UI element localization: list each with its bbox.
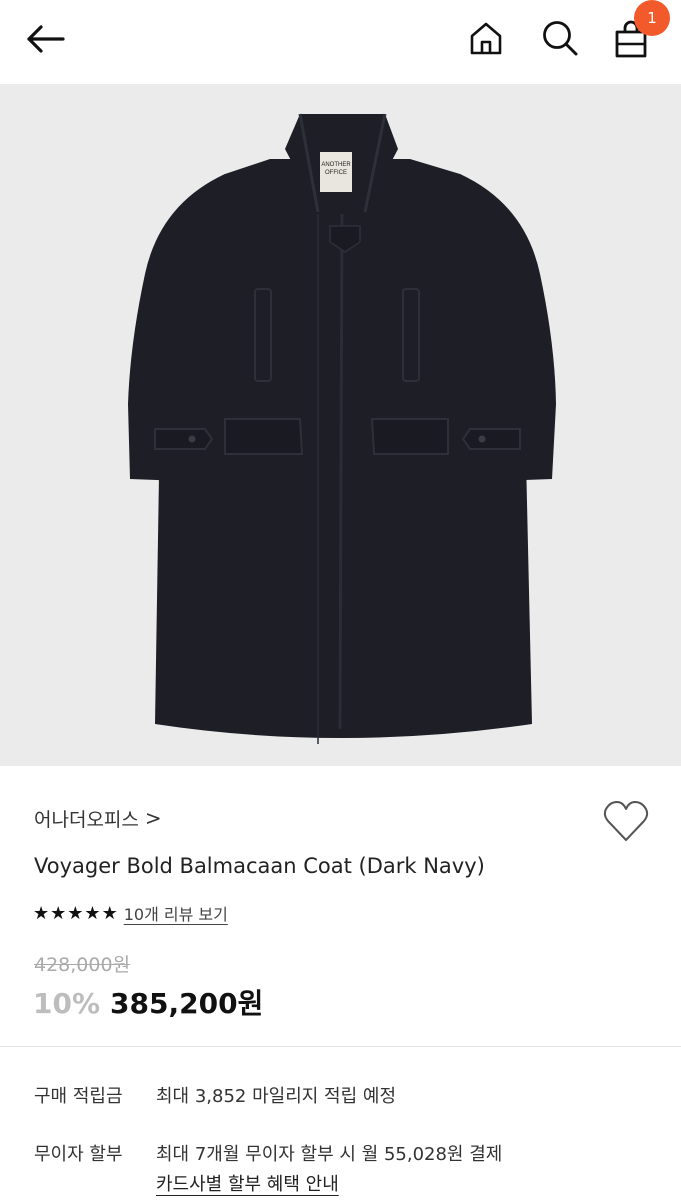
- star-icon: ★: [67, 902, 84, 924]
- points-value: 최대 3,852 마일리지 적립 예정: [156, 1086, 397, 1107]
- star-icon: ★: [101, 902, 118, 924]
- brand-name: 어나더오피스: [34, 808, 139, 831]
- points-label: 구매 적립금: [34, 1086, 123, 1107]
- home-icon: [470, 22, 502, 55]
- top-bar: 1: [0, 0, 681, 84]
- heart-icon: [603, 801, 649, 841]
- price-row: 10% 385,200원: [33, 982, 263, 1022]
- divider: [0, 1046, 681, 1047]
- coat-illustration: ANOTHER OFFICE: [128, 113, 556, 744]
- coat-label-line1: ANOTHER: [321, 162, 351, 168]
- discount-rate: 10%: [33, 987, 101, 1020]
- product-image[interactable]: ANOTHER OFFICE: [0, 84, 681, 766]
- review-link[interactable]: 10개 리뷰 보기: [124, 901, 228, 925]
- star-rating: ★ ★ ★ ★ ★: [33, 903, 118, 924]
- search-button[interactable]: [536, 14, 584, 62]
- original-price: 428,000원: [34, 954, 131, 976]
- wishlist-button[interactable]: [601, 799, 651, 845]
- installment-label: 무이자 할부: [34, 1144, 123, 1165]
- card-benefit-link[interactable]: 카드사별 할부 혜택 안내: [156, 1170, 339, 1196]
- rating-row: ★ ★ ★ ★ ★ 10개 리뷰 보기: [33, 900, 228, 926]
- back-button[interactable]: [20, 14, 70, 64]
- star-icon: ★: [50, 902, 67, 924]
- product-title: Voyager Bold Balmacaan Coat (Dark Navy): [34, 854, 485, 878]
- arrow-left-icon: [27, 25, 65, 53]
- installment-value: 최대 7개월 무이자 할부 시 월 55,028원 결제: [156, 1144, 503, 1165]
- star-icon: ★: [84, 902, 101, 924]
- sale-price: 385,200원: [110, 987, 264, 1020]
- home-button[interactable]: [462, 14, 510, 62]
- brand-link[interactable]: 어나더오피스 >: [34, 802, 162, 834]
- cart-count-badge: 1: [634, 0, 670, 36]
- coat-label-line2: OFFICE: [325, 170, 347, 176]
- chevron-right-icon: >: [144, 806, 162, 830]
- search-icon: [543, 21, 578, 56]
- star-icon: ★: [33, 902, 50, 924]
